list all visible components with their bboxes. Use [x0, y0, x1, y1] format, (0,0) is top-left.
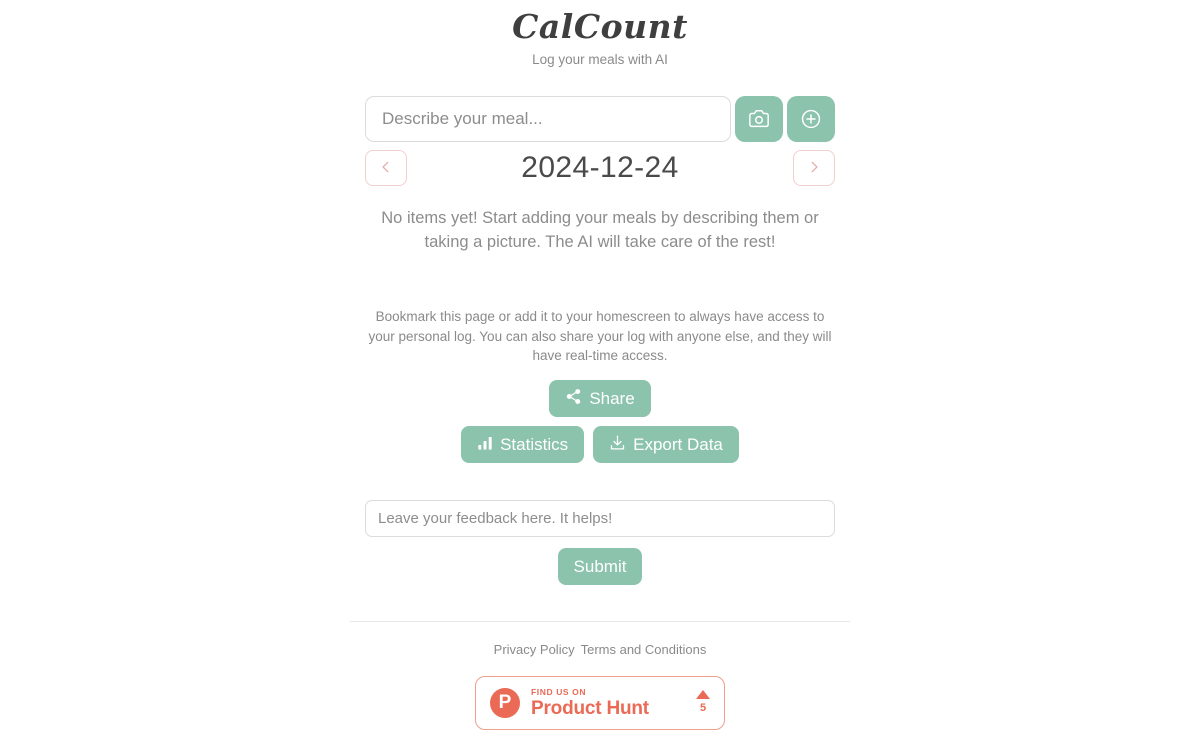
product-hunt-name: Product Hunt	[531, 697, 649, 719]
feedback-input[interactable]	[365, 499, 835, 537]
empty-state-message: No items yet! Start adding your meals by…	[381, 209, 819, 251]
product-hunt-votes: 5	[696, 690, 710, 715]
camera-icon	[748, 108, 770, 130]
add-meal-button[interactable]	[787, 96, 835, 142]
bookmark-blurb: Bookmark this page or add it to your hom…	[368, 309, 832, 363]
chevron-left-icon	[379, 160, 393, 177]
meal-description-input[interactable]	[365, 96, 731, 142]
submit-button-label: Submit	[573, 556, 627, 576]
download-icon	[609, 434, 626, 454]
share-button[interactable]: Share	[549, 379, 651, 417]
secondary-actions-row: Statistics Export Data	[461, 425, 739, 463]
product-hunt-kicker: FIND US ON	[531, 686, 587, 697]
app-root: CalCount Log your meals with AI Describe…	[0, 0, 1200, 750]
camera-button[interactable]	[735, 96, 783, 142]
next-day-button[interactable]	[793, 150, 835, 186]
export-data-button[interactable]: Export Data	[593, 425, 739, 463]
share-icon	[565, 388, 582, 408]
meal-entry-row	[365, 96, 835, 142]
statistics-button[interactable]: Statistics	[461, 425, 585, 463]
terms-and-conditions-link[interactable]: Terms and Conditions	[581, 642, 707, 657]
product-hunt-badge[interactable]: P FIND US ON Product Hunt 5	[475, 675, 725, 730]
bar-chart-icon	[477, 435, 493, 454]
chevron-right-icon	[807, 160, 821, 177]
page-tagline: Log your meals with AI	[532, 52, 668, 67]
date-navigation: 2024-12-24	[365, 150, 835, 186]
product-hunt-upvote-count: 5	[699, 702, 707, 714]
plus-circle-icon	[800, 108, 822, 130]
submit-feedback-button[interactable]: Submit	[557, 547, 643, 585]
page-title: CalCount	[512, 7, 688, 46]
product-hunt-text: FIND US ON Product Hunt	[531, 687, 649, 719]
footer-links: Privacy Policy Terms and Conditions	[494, 642, 707, 657]
caret-up-icon	[696, 690, 710, 699]
footer-divider	[350, 620, 850, 622]
current-date-label: 2024-12-24	[521, 151, 679, 184]
share-row: Share	[549, 379, 651, 417]
privacy-policy-link[interactable]: Privacy Policy	[494, 642, 575, 657]
product-hunt-logo-icon: P	[490, 687, 520, 718]
statistics-button-label: Statistics	[500, 434, 569, 454]
export-data-button-label: Export Data	[633, 434, 723, 454]
previous-day-button[interactable]	[365, 150, 407, 186]
share-button-label: Share	[589, 388, 635, 408]
